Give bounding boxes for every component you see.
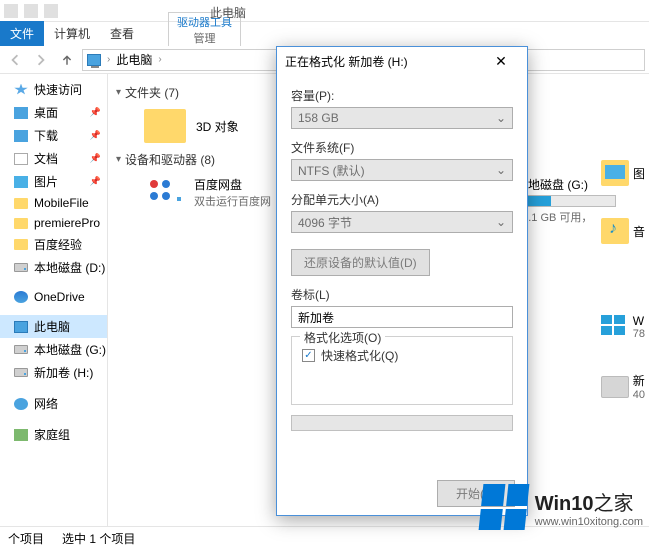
sidebar-item-folder[interactable]: MobileFile (0, 193, 107, 213)
restore-defaults-button[interactable]: 还原设备的默认值(D) (291, 249, 430, 276)
qat-item[interactable] (24, 4, 38, 18)
drive-icon (601, 376, 629, 398)
chevron-down-icon: ⌄ (496, 215, 506, 229)
chevron-down-icon: ⌄ (496, 163, 506, 177)
picture-icon (14, 176, 28, 188)
sidebar-item-drive[interactable]: 本地磁盘 (D:) (0, 256, 107, 279)
music-icon (601, 218, 629, 244)
chevron-down-icon: ⌄ (496, 111, 506, 125)
tab-view[interactable]: 查看 (100, 21, 144, 46)
capacity-label: 容量(P): (291, 87, 513, 104)
format-options-group: 格式化选项(O) ✓ 快速格式化(Q) (291, 336, 513, 405)
device-item-drive[interactable]: 新40 (601, 356, 645, 417)
sidebar-item-this-pc[interactable]: 此电脑 (0, 315, 107, 338)
contextual-tab-label: 管理 (177, 30, 232, 46)
partial-text: GB (511, 413, 645, 425)
quick-format-checkbox[interactable]: ✓ 快速格式化(Q) (302, 347, 502, 364)
dialog-titlebar[interactable]: 正在格式化 新加卷 (H:) ✕ (277, 47, 527, 75)
device-item-drive[interactable]: W78 (601, 298, 645, 356)
filesystem-select[interactable]: NTFS (默认)⌄ (291, 159, 513, 181)
breadcrumb[interactable]: 此电脑 (116, 51, 152, 68)
folder-item[interactable]: 音 (601, 202, 645, 260)
ribbon: 文件 计算机 查看 驱动器工具 管理 (0, 22, 649, 46)
volume-label-label: 卷标(L) (291, 286, 513, 303)
baidu-icon (144, 176, 184, 204)
download-icon (14, 130, 28, 142)
allocation-unit-label: 分配单元大小(A) (291, 191, 513, 208)
sidebar-item-drive[interactable]: 新加卷 (H:) (0, 361, 107, 384)
tab-file[interactable]: 文件 (0, 21, 44, 46)
tab-computer[interactable]: 计算机 (44, 21, 100, 46)
checkbox-icon: ✓ (302, 349, 315, 362)
folder-icon (144, 109, 186, 143)
chevron-right-icon: › (105, 54, 112, 65)
pin-icon: 📌 (90, 107, 101, 118)
folder-item[interactable]: 3D 对象 (144, 105, 264, 147)
drive-icon (14, 345, 28, 354)
windows-drive-icon (601, 315, 629, 339)
allocation-unit-select[interactable]: 4096 字节⌄ (291, 211, 513, 233)
close-button[interactable]: ✕ (483, 49, 519, 73)
format-options-legend: 格式化选项(O) (300, 329, 385, 346)
drive-icon (14, 263, 28, 272)
onedrive-icon (14, 291, 28, 303)
sidebar-item-folder[interactable]: premierePro (0, 213, 107, 233)
disclosure-icon: ▾ (116, 87, 121, 98)
pin-icon: 📌 (90, 153, 101, 164)
sidebar-item-documents[interactable]: 文档📌 (0, 147, 107, 170)
volume-label-input[interactable] (291, 306, 513, 328)
status-selection: 选中 1 个项目 (62, 530, 135, 547)
sidebar-item-network[interactable]: 网络 (0, 392, 107, 415)
watermark: Win10之家 www.win10xitong.com (481, 484, 643, 530)
sidebar-item-pictures[interactable]: 图片📌 (0, 170, 107, 193)
pictures-icon (601, 160, 629, 186)
format-dialog: 正在格式化 新加卷 (H:) ✕ 容量(P): 158 GB⌄ 文件系统(F) … (276, 46, 528, 516)
format-progress-bar (291, 415, 513, 431)
status-item-count: 个项目 (8, 530, 44, 547)
right-partial-column: 图 音 W78 新40 GB (601, 144, 645, 425)
nav-back-button[interactable] (4, 49, 26, 71)
this-pc-icon (87, 54, 101, 66)
sidebar-item-drive[interactable]: 本地磁盘 (G:) (0, 338, 107, 361)
capacity-select[interactable]: 158 GB⌄ (291, 107, 513, 129)
drive-icon (14, 368, 28, 377)
chevron-right-icon: › (156, 54, 163, 65)
folder-item[interactable]: 图 (601, 144, 645, 202)
folder-icon (14, 239, 28, 250)
device-item-baidu[interactable]: 百度网盘双击运行百度网 (144, 172, 284, 229)
sidebar-item-desktop[interactable]: 桌面📌 (0, 101, 107, 124)
sidebar-item-downloads[interactable]: 下载📌 (0, 124, 107, 147)
nav-up-button[interactable] (56, 49, 78, 71)
filesystem-label: 文件系统(F) (291, 139, 513, 156)
sidebar-item-folder[interactable]: 百度经验 (0, 233, 107, 256)
desktop-icon (14, 107, 28, 119)
pin-icon: 📌 (90, 176, 101, 187)
sidebar-item-homegroup[interactable]: 家庭组 (0, 423, 107, 446)
document-icon (14, 153, 28, 165)
folder-icon (14, 218, 28, 229)
dialog-title: 正在格式化 新加卷 (H:) (285, 53, 408, 70)
qat-item[interactable] (44, 4, 58, 18)
window-title: 此电脑 (210, 4, 246, 21)
sidebar-item-onedrive[interactable]: OneDrive (0, 287, 107, 307)
star-icon (14, 84, 28, 96)
network-icon (14, 398, 28, 410)
nav-forward-button[interactable] (30, 49, 52, 71)
pin-icon: 📌 (90, 130, 101, 141)
folder-icon (14, 198, 28, 209)
navigation-pane: 快速访问 桌面📌 下载📌 文档📌 图片📌 MobileFile premiere… (0, 74, 108, 526)
quick-access-toolbar: 此电脑 (0, 0, 649, 22)
pc-icon (14, 321, 28, 333)
qat-item[interactable] (4, 4, 18, 18)
windows-logo-icon (478, 484, 529, 530)
sidebar-item-quick-access[interactable]: 快速访问 (0, 78, 107, 101)
homegroup-icon (14, 429, 28, 441)
disclosure-icon: ▾ (116, 154, 121, 165)
